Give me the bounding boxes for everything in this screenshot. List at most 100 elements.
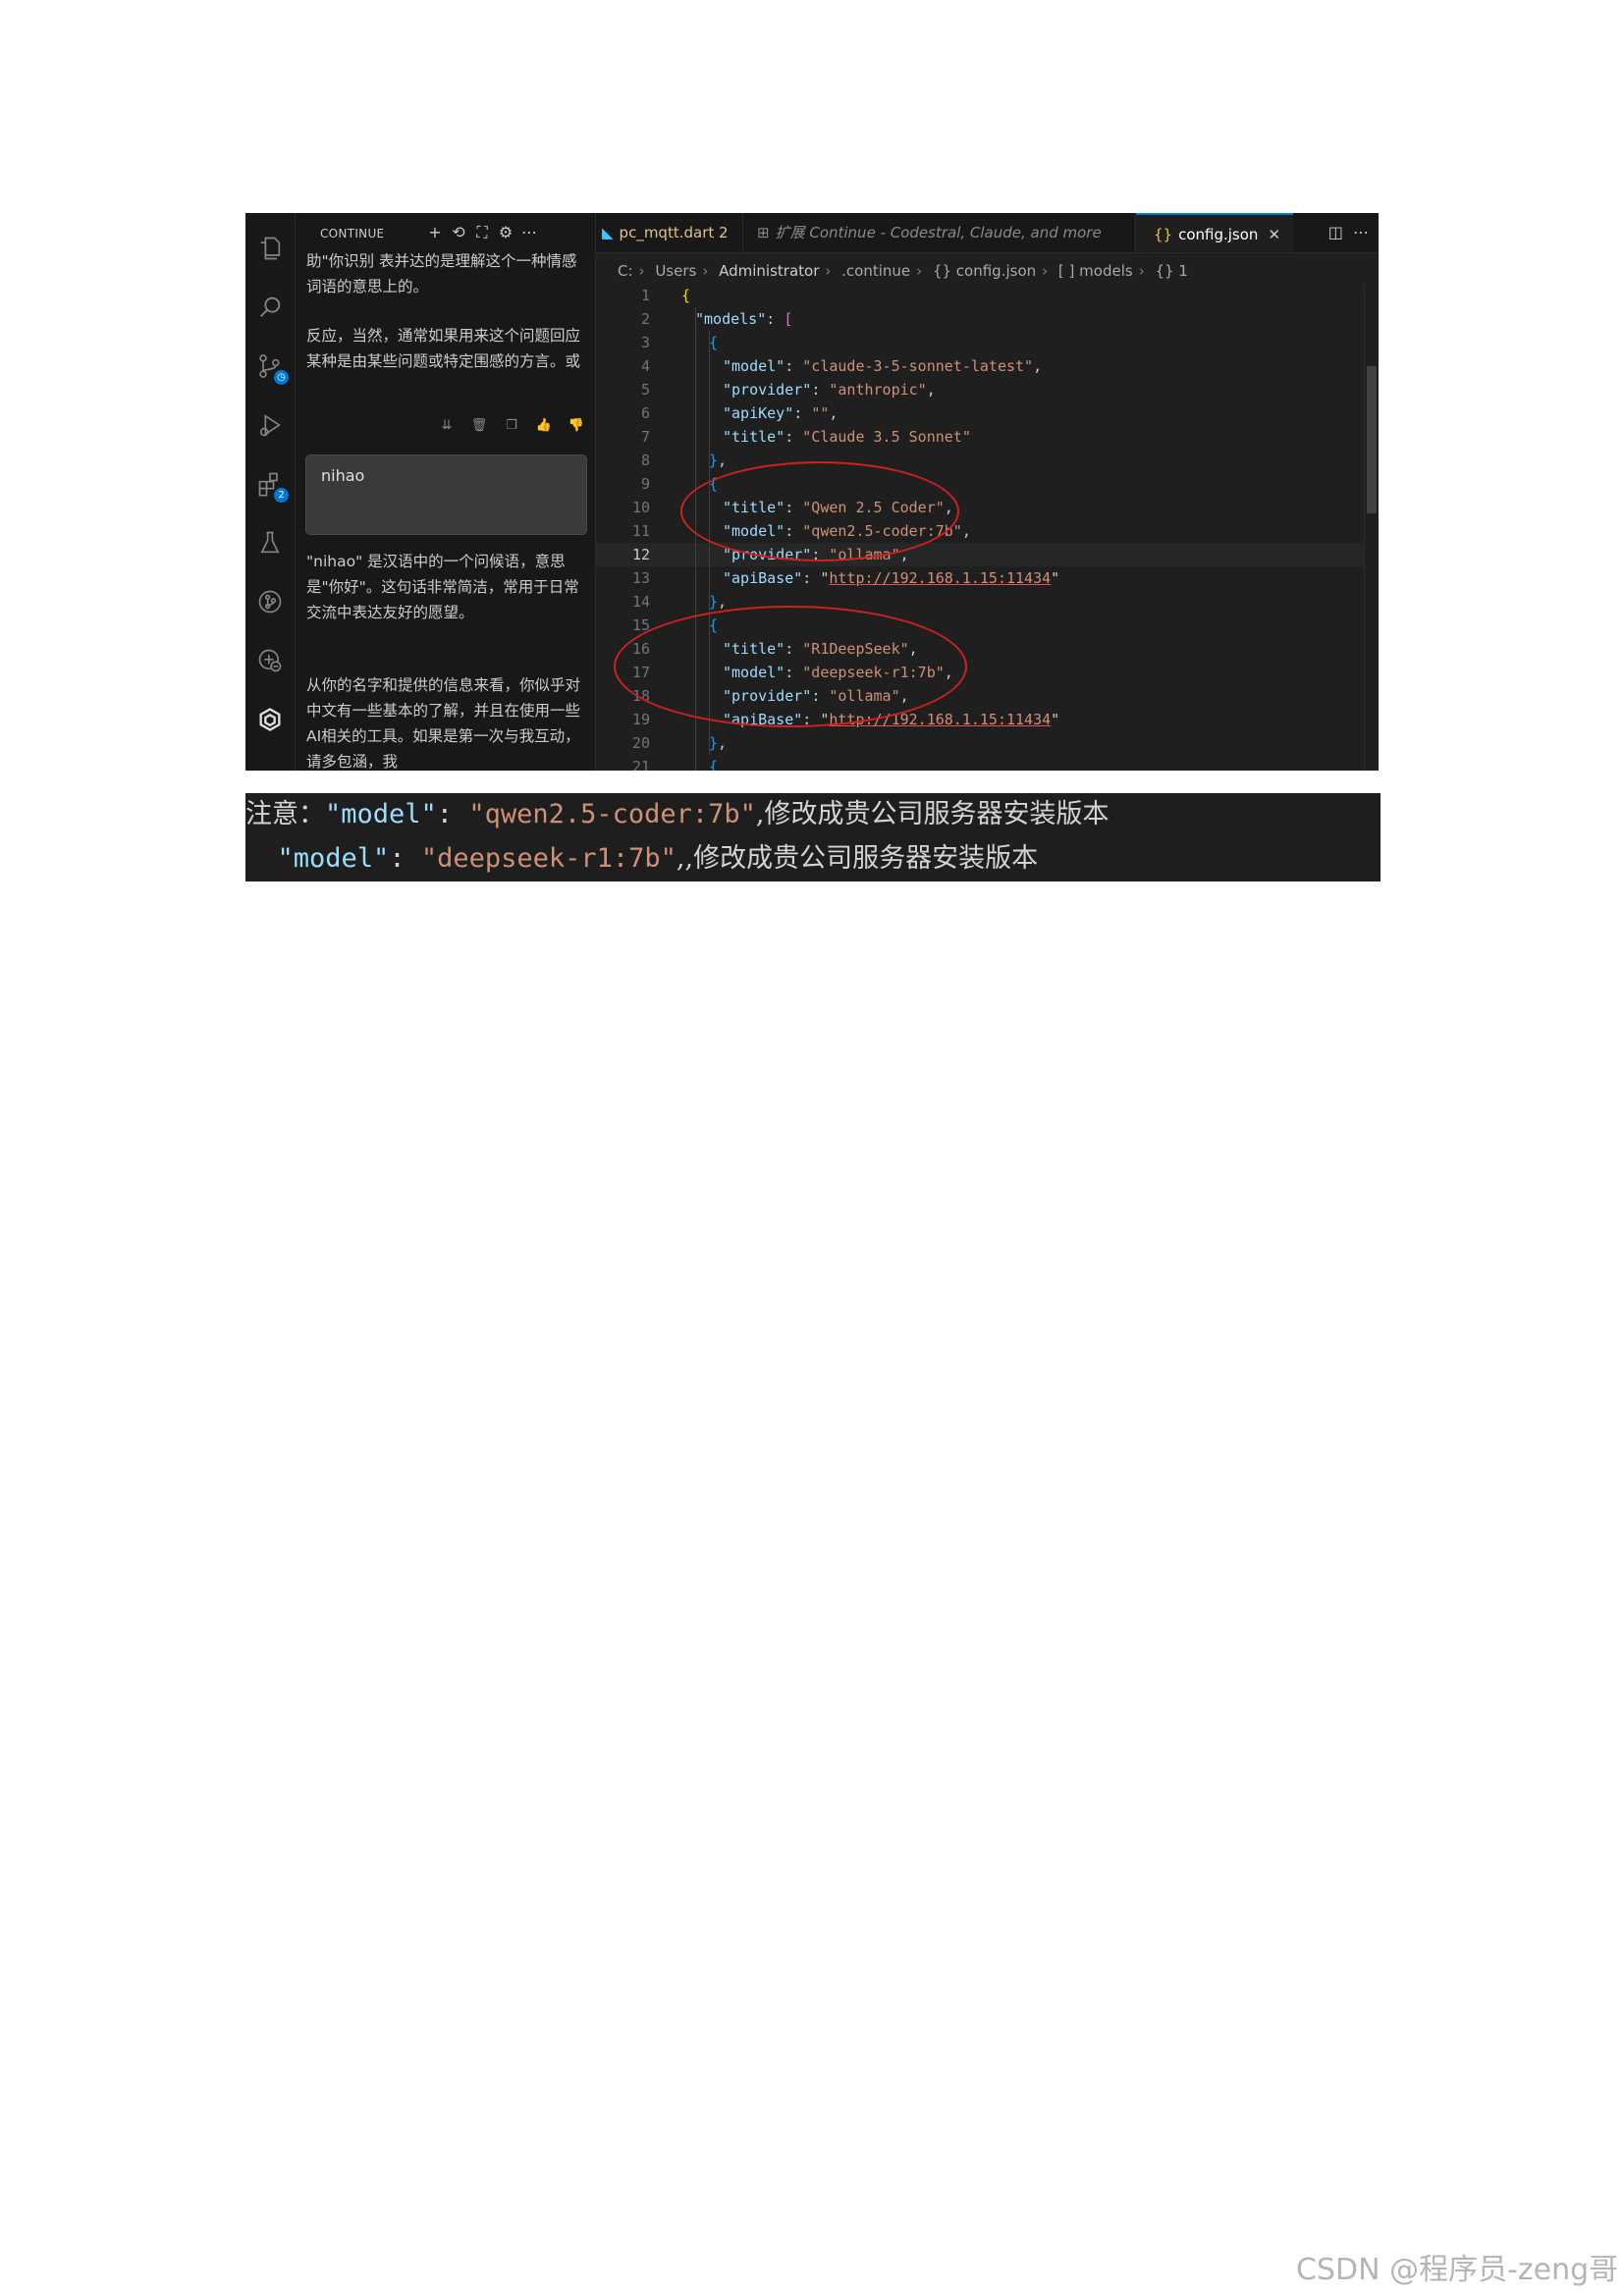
- line-number: 4: [640, 357, 650, 375]
- code-line[interactable]: 20},: [596, 731, 1379, 755]
- code-text: },: [709, 734, 728, 752]
- note-key: "model": [325, 799, 437, 829]
- split-editor-icon[interactable]: ◫: [1328, 223, 1343, 241]
- note-suffix: ,修改成贵公司服务器安装版本: [755, 799, 1110, 829]
- testing-icon[interactable]: [254, 527, 286, 559]
- search-icon[interactable]: [254, 292, 286, 323]
- annotation-ellipse: [614, 606, 967, 727]
- chevron-right-icon: ›: [1042, 262, 1049, 280]
- code-line[interactable]: 4 "model": "claude-3-5-sonnet-latest",: [596, 354, 1379, 378]
- scrollbar-thumb[interactable]: [1367, 366, 1377, 513]
- continue-icon[interactable]: [254, 704, 286, 735]
- chevron-right-icon: ›: [1138, 262, 1145, 280]
- code-text: "title": "Claude 3.5 Sonnet": [723, 428, 971, 446]
- tab-bar: ◣ pc_mqtt.dart 2 ⊞ 扩展 Continue - Codestral…: [596, 213, 1379, 253]
- chevron-right-icon: ›: [916, 262, 923, 280]
- line-number: 5: [640, 381, 650, 399]
- breadcrumb-item[interactable]: {} 1: [1155, 262, 1187, 280]
- code-text: {: [681, 287, 691, 304]
- note-strip: 注意："model": "qwen2.5-coder:7b",修改成贵公司服务器…: [245, 793, 1380, 881]
- history-icon[interactable]: ⟲: [449, 223, 468, 242]
- code-line[interactable]: 13 "apiBase": "http://192.168.1.15:11434": [596, 566, 1379, 590]
- line-number: 20: [631, 734, 650, 752]
- trash-icon[interactable]: 🗑: [470, 417, 488, 435]
- insert-icon[interactable]: ⇊: [438, 417, 456, 435]
- code-line[interactable]: 1{: [596, 284, 1379, 307]
- line-number: 10: [631, 499, 650, 516]
- line-number: 19: [631, 711, 650, 728]
- tab-label: config.json: [1178, 226, 1259, 243]
- line-number: 1: [640, 287, 650, 304]
- chevron-right-icon: ›: [702, 262, 709, 280]
- code-line[interactable]: 2 "models": [: [596, 307, 1379, 331]
- line-number: 13: [631, 569, 650, 587]
- line-number: 6: [640, 404, 650, 422]
- copy-icon[interactable]: ❐: [503, 417, 520, 435]
- clock-badge-icon: ◷: [274, 370, 289, 385]
- extension-icon: ⊞: [757, 224, 770, 241]
- message-actions: ⇊ 🗑 ❐ 👍 👎: [438, 417, 585, 437]
- breadcrumb-item[interactable]: Users: [655, 262, 696, 280]
- note-line-1: 注意："model": "qwen2.5-coder:7b",修改成贵公司服务器…: [245, 793, 1110, 836]
- breadcrumb-item[interactable]: C:: [618, 262, 633, 280]
- user-message[interactable]: nihao: [305, 454, 587, 535]
- breadcrumb-item[interactable]: Administrator: [719, 262, 819, 280]
- user-message-text: nihao: [321, 466, 365, 485]
- code-line[interactable]: 8},: [596, 449, 1379, 472]
- thumbs-up-icon[interactable]: 👍: [535, 417, 553, 435]
- chat-paragraph: 从你的名字和提供的信息来看，你似乎对中文有一些基本的了解，并且在使用一些AI相关…: [306, 676, 581, 771]
- tab-label: pc_mqtt.dart 2: [619, 224, 729, 241]
- run-debug-icon[interactable]: [254, 409, 286, 441]
- fullscreen-icon[interactable]: ⛶: [472, 223, 492, 242]
- code-line[interactable]: 12 "provider": "ollama",: [596, 543, 1379, 566]
- continue-panel: CONTINUE + ⟲ ⛶ ⚙ ⋯ 助"你识别 表并达的是理解这个一种情感词语…: [296, 213, 596, 771]
- code-line[interactable]: 21 {: [596, 755, 1379, 771]
- plus-icon[interactable]: +: [425, 223, 445, 242]
- close-icon[interactable]: ✕: [1268, 226, 1280, 243]
- screenshot-frame: ◷ 2 CONTINUE + ⟲ ⛶ ⚙ ⋯ 助"你识别 表并达的是理解这个一种…: [245, 213, 1379, 771]
- code-text: {: [709, 758, 719, 771]
- note-prefix: 注意：: [245, 799, 325, 829]
- tab-extension[interactable]: ⊞ 扩展 Continue - Codestral, Claude, and mo…: [743, 213, 1136, 252]
- breadcrumb-item[interactable]: [ ] models: [1058, 262, 1133, 280]
- code-text: "apiKey": "",: [723, 404, 839, 422]
- tab-config-json[interactable]: {} config.json ✕: [1136, 213, 1293, 252]
- code-line[interactable]: 7 "title": "Claude 3.5 Sonnet": [596, 425, 1379, 449]
- thumbs-down-icon[interactable]: 👎: [568, 417, 585, 435]
- activity-bar: ◷ 2: [245, 213, 296, 771]
- line-number: 9: [640, 475, 650, 493]
- breadcrumb-item[interactable]: {} config.json: [933, 262, 1036, 280]
- chat-paragraph: 反应，当然，通常如果用来这个问题回应某种是由某些问题或特定围感的方言。或: [306, 327, 581, 370]
- json-icon: {}: [1154, 226, 1173, 243]
- note-indent: [245, 843, 278, 874]
- note-colon: :: [436, 799, 469, 829]
- line-number: 11: [631, 522, 650, 540]
- editor-area: ◣ pc_mqtt.dart 2 ⊞ 扩展 Continue - Codestral…: [596, 213, 1379, 771]
- breadcrumb: C: › Users › Administrator › .continue › {} …: [618, 262, 1194, 280]
- code-line[interactable]: 14},: [596, 590, 1379, 614]
- git-graph-icon[interactable]: [254, 586, 286, 617]
- code-text: {: [709, 334, 719, 351]
- code-line[interactable]: 6 "apiKey": "",: [596, 401, 1379, 425]
- line-number: 8: [640, 452, 650, 469]
- tab-pc-mqtt[interactable]: ◣ pc_mqtt.dart 2: [596, 213, 743, 252]
- line-number: 3: [640, 334, 650, 351]
- scrollbar[interactable]: [1364, 284, 1379, 771]
- more-icon[interactable]: ⋯: [1353, 223, 1369, 241]
- code-line[interactable]: 5 "provider": "anthropic",: [596, 378, 1379, 401]
- dart-icon: ◣: [602, 224, 614, 241]
- note-value: "qwen2.5-coder:7b": [468, 799, 756, 829]
- explorer-icon[interactable]: [254, 233, 286, 264]
- annotation-ellipse: [680, 461, 959, 561]
- code-line[interactable]: 3{: [596, 331, 1379, 354]
- source-control-icon[interactable]: ◷: [254, 350, 289, 385]
- remote-explorer-icon[interactable]: [254, 645, 286, 676]
- code-text: "provider": "anthropic",: [723, 381, 936, 399]
- gear-icon[interactable]: ⚙: [496, 223, 515, 242]
- more-icon[interactable]: ⋯: [519, 223, 539, 242]
- code-text: "apiBase": "http://192.168.1.15:11434": [723, 569, 1060, 587]
- line-number: 21: [631, 758, 650, 771]
- breadcrumb-item[interactable]: .continue: [841, 262, 910, 280]
- extensions-icon[interactable]: 2: [254, 468, 289, 503]
- note-suffix: ,,修改成贵公司服务器安装版本: [676, 843, 1039, 874]
